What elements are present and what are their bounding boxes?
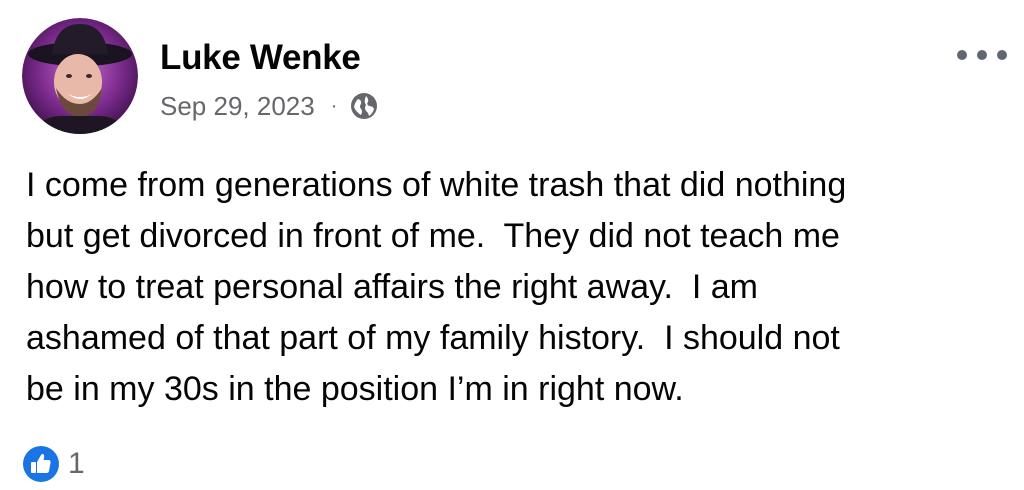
post-date[interactable]: Sep 29, 2023: [160, 91, 315, 122]
reactions-bar[interactable]: 1: [22, 444, 85, 484]
avatar-image: [22, 18, 138, 134]
like-icon[interactable]: [22, 445, 60, 483]
post-meta: Sep 29, 2023 ·: [160, 86, 379, 126]
more-dot: [997, 50, 1007, 60]
meta-separator: ·: [330, 95, 338, 117]
reaction-count[interactable]: 1: [68, 447, 85, 481]
more-dot: [977, 50, 987, 60]
more-options-icon[interactable]: [957, 40, 1007, 70]
post-body-text: I come from generations of white trash t…: [26, 166, 847, 408]
post-card: Luke Wenke Sep 29, 2023 · I come from ge…: [0, 0, 1024, 490]
globe-icon[interactable]: [349, 91, 379, 121]
author-name[interactable]: Luke Wenke: [160, 36, 361, 80]
avatar[interactable]: [22, 18, 138, 134]
more-dot: [957, 50, 967, 60]
